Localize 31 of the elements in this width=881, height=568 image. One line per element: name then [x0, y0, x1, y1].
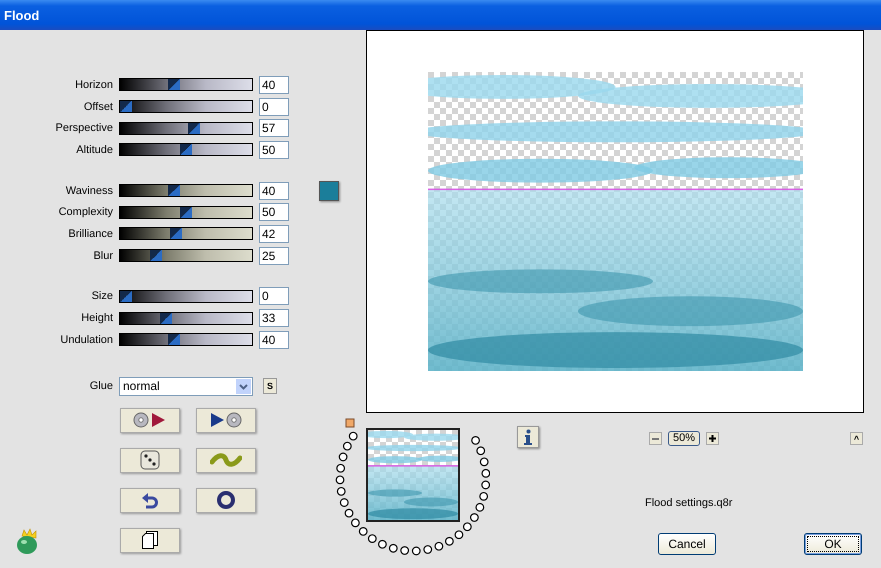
value-field[interactable]: 40 — [259, 76, 289, 94]
slider-label: Size — [90, 290, 113, 302]
glue-dropdown[interactable]: normal — [119, 376, 253, 396]
value-field[interactable]: 40 — [259, 330, 289, 349]
slider-label: Perspective — [54, 122, 113, 134]
value-field[interactable]: 33 — [259, 309, 289, 328]
slider-label: Blur — [92, 250, 113, 262]
value-field[interactable]: 42 — [259, 224, 289, 243]
value-field[interactable]: 0 — [259, 98, 289, 116]
slider-label: Horizon — [74, 78, 113, 91]
value-field[interactable]: 40 — [259, 182, 289, 200]
value-field[interactable]: 50 — [259, 203, 289, 222]
s-button[interactable]: S — [263, 378, 277, 394]
value-field[interactable]: 57 — [259, 119, 289, 138]
value-field[interactable]: 25 — [259, 246, 289, 265]
value-field[interactable]: 0 — [259, 287, 289, 306]
window-title: Flood — [4, 8, 40, 22]
glue-label: Glue — [88, 380, 113, 392]
zoom-level: 50% — [668, 431, 700, 446]
slider-label: Undulation — [59, 334, 113, 346]
collapse-button[interactable]: ^ — [850, 432, 863, 445]
slider-label: Waviness — [64, 184, 113, 197]
cancel-button[interactable]: Cancel — [658, 533, 716, 555]
ok-button[interactable]: OK — [804, 533, 862, 555]
slider-label: Brilliance — [67, 228, 113, 240]
slider-label: Altitude — [75, 144, 113, 156]
settings-file-name: Flood settings.q8r — [645, 497, 734, 509]
value-field[interactable]: 50 — [259, 140, 289, 159]
slider-label: Offset — [82, 100, 113, 113]
slider-label: Complexity — [58, 206, 113, 218]
slider-label: Height — [80, 312, 113, 324]
